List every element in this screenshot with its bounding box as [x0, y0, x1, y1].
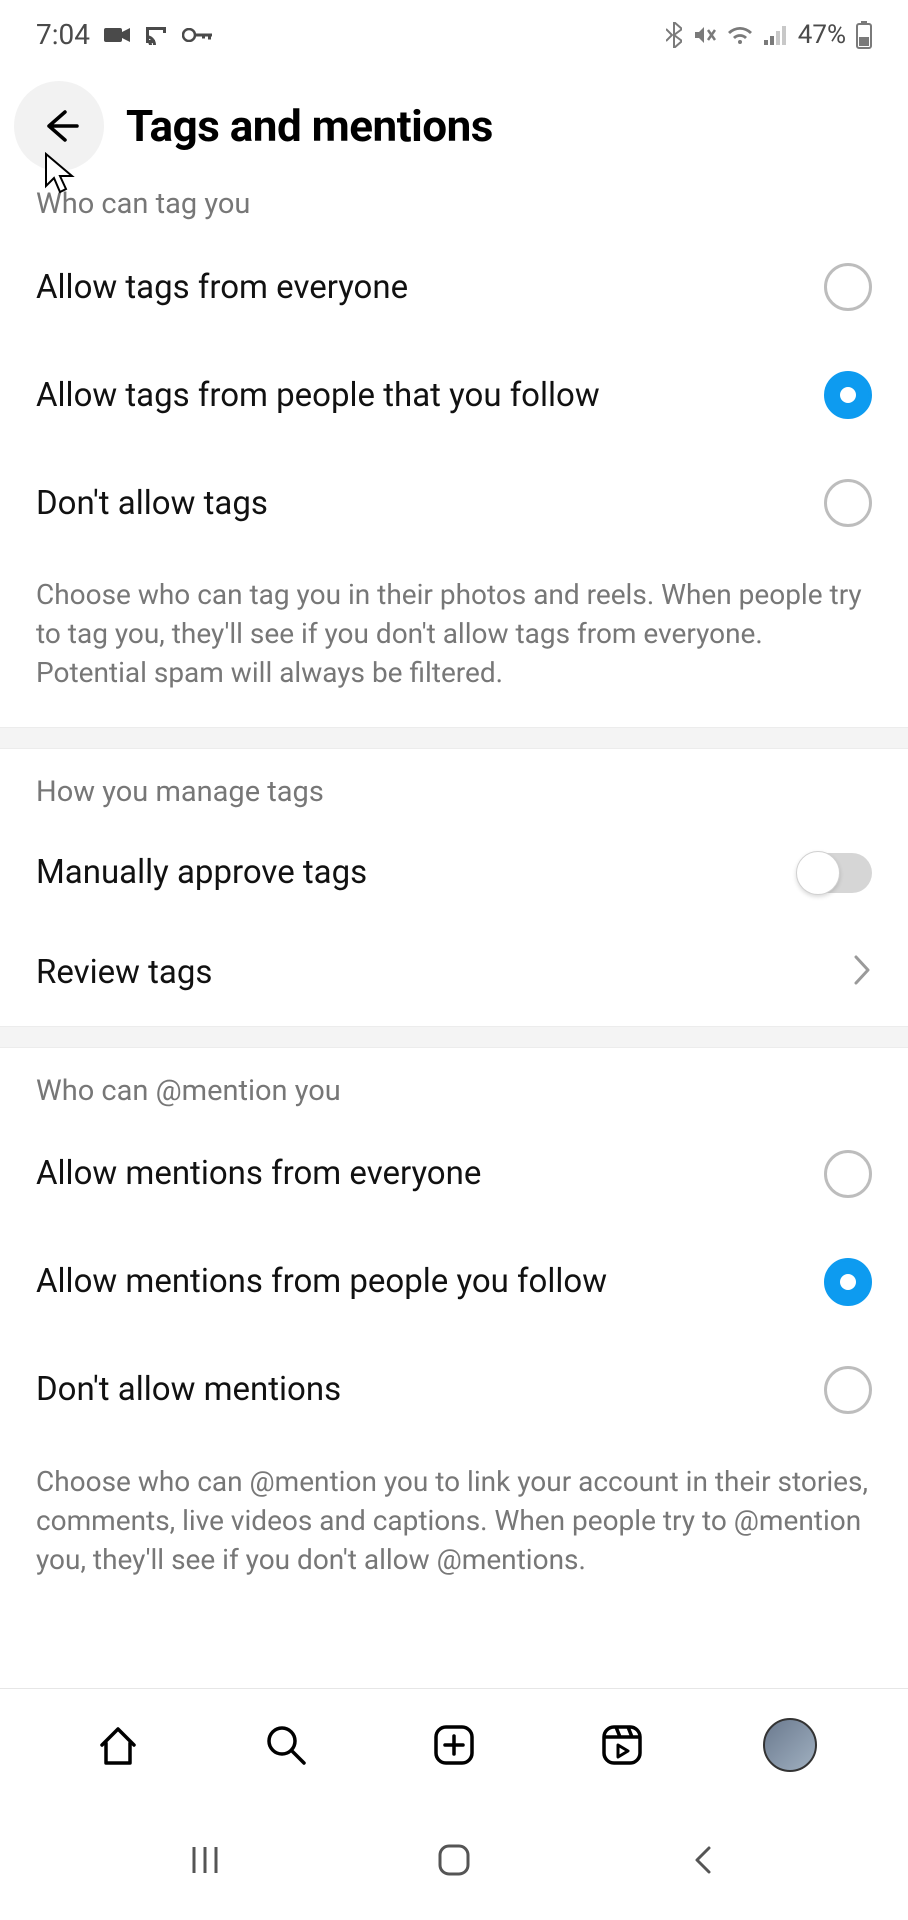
plus-square-icon [430, 1721, 478, 1769]
avatar-icon [763, 1718, 817, 1772]
radio-checked-icon [824, 1258, 872, 1306]
wifi-icon [726, 24, 754, 46]
help-text-tags: Choose who can tag you in their photos a… [0, 557, 908, 727]
recents-icon [188, 1843, 222, 1877]
option-label: Allow mentions from people you follow [36, 1262, 607, 1301]
tag-option-following[interactable]: Allow tags from people that you follow [0, 341, 908, 449]
section-divider [0, 1026, 908, 1048]
system-back-button[interactable] [673, 1830, 733, 1890]
tag-option-everyone[interactable]: Allow tags from everyone [0, 233, 908, 341]
mute-icon [692, 23, 716, 47]
option-label: Don't allow tags [36, 484, 268, 523]
battery-percent: 47% [798, 20, 846, 50]
toggle-label: Manually approve tags [36, 853, 367, 892]
home-outline-icon [436, 1842, 472, 1878]
section-label-tags: Who can tag you [0, 183, 908, 233]
search-icon [262, 1721, 310, 1769]
help-text-mentions: Choose who can @mention you to link your… [0, 1444, 908, 1614]
nav-search-button[interactable] [256, 1715, 316, 1775]
radio-unchecked-icon [824, 263, 872, 311]
system-home-button[interactable] [424, 1830, 484, 1890]
bluetooth-icon [666, 22, 682, 48]
review-tags-row[interactable]: Review tags [0, 925, 908, 1026]
nav-home-button[interactable] [88, 1715, 148, 1775]
nav-create-button[interactable] [424, 1715, 484, 1775]
section-label-mentions: Who can @mention you [0, 1048, 908, 1120]
home-icon [94, 1721, 142, 1769]
tag-option-none[interactable]: Don't allow tags [0, 449, 908, 557]
option-label: Allow tags from people that you follow [36, 376, 600, 415]
camera-icon [104, 26, 130, 44]
chevron-right-icon [852, 953, 872, 991]
nav-profile-button[interactable] [760, 1715, 820, 1775]
vpn-key-icon [182, 28, 212, 42]
nav-reels-button[interactable] [592, 1715, 652, 1775]
arrow-left-icon [37, 104, 81, 148]
status-bar: 7:04 47% [0, 0, 908, 61]
option-label: Don't allow mentions [36, 1370, 341, 1409]
manually-approve-row[interactable]: Manually approve tags [0, 821, 908, 925]
status-right: 47% [666, 20, 872, 50]
status-left: 7:04 [36, 18, 212, 51]
radio-unchecked-icon [824, 479, 872, 527]
page-title: Tags and mentions [126, 100, 493, 152]
app-bottom-nav [0, 1688, 908, 1800]
toggle-off-icon[interactable] [798, 853, 872, 893]
signal-icon [764, 25, 788, 45]
radio-unchecked-icon [824, 1366, 872, 1414]
reels-icon [598, 1721, 646, 1769]
mention-option-everyone[interactable]: Allow mentions from everyone [0, 1120, 908, 1228]
option-label: Allow mentions from everyone [36, 1154, 481, 1193]
nav-label: Review tags [36, 953, 212, 992]
status-time: 7:04 [36, 18, 90, 51]
chevron-left-icon [691, 1842, 715, 1878]
radio-checked-icon [824, 371, 872, 419]
system-nav [0, 1800, 908, 1920]
system-recents-button[interactable] [175, 1830, 235, 1890]
cast-icon [144, 25, 168, 45]
back-button[interactable] [14, 81, 104, 171]
mention-option-following[interactable]: Allow mentions from people you follow [0, 1228, 908, 1336]
section-divider [0, 727, 908, 749]
radio-unchecked-icon [824, 1150, 872, 1198]
header: Tags and mentions [0, 61, 908, 183]
battery-icon [856, 21, 872, 49]
option-label: Allow tags from everyone [36, 268, 408, 307]
section-label-manage: How you manage tags [0, 749, 908, 821]
mention-option-none[interactable]: Don't allow mentions [0, 1336, 908, 1444]
